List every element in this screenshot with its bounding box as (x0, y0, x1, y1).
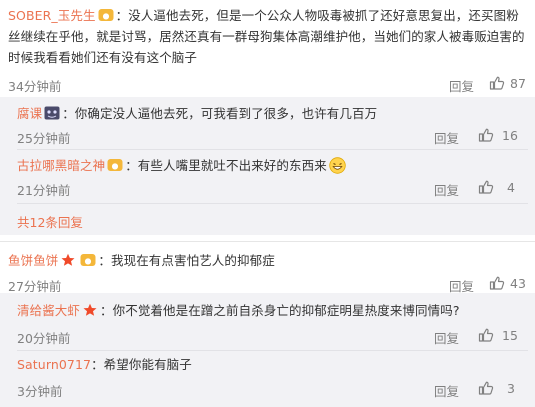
comment-text: ：我现在有点害怕艺人的抑郁症 (98, 253, 275, 268)
star-badge-icon (60, 252, 76, 266)
reply-username[interactable]: 腐课 (17, 106, 42, 121)
vip-badge-icon: ● (80, 252, 96, 266)
reply-button[interactable]: 回复 (434, 328, 459, 347)
reply-body: 腐课 ：你确定没人逼他去死，可我看到了很多，也许有几百万 (17, 103, 522, 124)
reply-timestamp: 20分钟前 (17, 331, 71, 346)
comment-timestamp: 34分钟前 (8, 79, 62, 94)
comment-item: SOBER_玉先生 ● ：没人逼他去死，但是一个公众人物吸毒被抓了还好意思复出，还买… (0, 0, 535, 100)
thumbs-up-icon[interactable] (489, 75, 505, 91)
grin-emoji-icon (329, 157, 346, 174)
reply-button[interactable]: 回复 (434, 128, 459, 147)
like-count: 87 (510, 76, 526, 91)
reply-thread: 清给酱大虾 ：你不觉着他是在蹭之前自杀身亡的抑郁症明星热度来博同情吗? 20分钟前… (0, 293, 535, 407)
like-count: 15 (502, 328, 518, 343)
comment-username[interactable]: SOBER_玉先生 (8, 8, 96, 23)
comment-body: SOBER_玉先生 ● ：没人逼他去死，但是一个公众人物吸毒被抓了还好意思复出，还买… (8, 5, 526, 68)
vip-badge-icon: ● (107, 157, 123, 171)
reply-button[interactable]: 回复 (449, 76, 474, 95)
reply-text: ：你不觉着他是在蹭之前自杀身亡的抑郁症明星热度来博同情吗? (100, 303, 460, 318)
thumbs-up-icon[interactable] (478, 327, 494, 343)
reply-body: 古拉哪黑暗之神 ● ：有些人嘴里就吐不出来好的东西来 (17, 155, 522, 176)
reply-body: Saturn0717：希望你能有脑子 (17, 354, 522, 375)
reply-divider (17, 350, 528, 351)
comment-body: 鱼饼鱼饼 ● ：我现在有点害怕艺人的抑郁症 (8, 250, 526, 271)
svg-text:●: ● (102, 12, 109, 21)
reply-body: 清给酱大虾 ：你不觉着他是在蹭之前自杀身亡的抑郁症明星热度来博同情吗? (17, 300, 522, 321)
reply-username[interactable]: 古拉哪黑暗之神 (17, 158, 105, 173)
reply-username[interactable]: Saturn0717 (17, 357, 91, 372)
like-count: 4 (507, 180, 515, 195)
reply-timestamp: 21分钟前 (17, 183, 71, 198)
like-count: 43 (510, 276, 526, 291)
like-count: 16 (502, 128, 518, 143)
reply-button[interactable]: 回复 (434, 381, 459, 400)
comment-username[interactable]: 鱼饼鱼饼 (8, 253, 58, 268)
thumbs-up-icon[interactable] (489, 275, 505, 291)
reply-thread: 腐课 ：你确定没人逼他去死，可我看到了很多，也许有几百万 25分钟前 回复 16 … (0, 97, 535, 235)
reply-text: ：希望你能有脑子 (91, 357, 192, 372)
reply-divider (17, 203, 528, 204)
reply-button[interactable]: 回复 (434, 180, 459, 199)
reply-username[interactable]: 清给酱大虾 (17, 303, 80, 318)
comment-item: 鱼饼鱼饼 ● ：我现在有点害怕艺人的抑郁症 27分钟前 回复 43 (0, 241, 535, 296)
thumbs-up-icon[interactable] (478, 179, 494, 195)
vip-badge-icon: ● (98, 7, 114, 21)
sticker-icon (44, 105, 60, 120)
like-count: 3 (507, 381, 515, 396)
reply-text: ：有些人嘴里就吐不出来好的东西来 (125, 158, 327, 173)
reply-divider (17, 149, 528, 150)
star-badge-icon (82, 302, 98, 316)
thumbs-up-icon[interactable] (478, 127, 494, 143)
thumbs-up-icon[interactable] (478, 380, 494, 396)
reply-timestamp: 3分钟前 (17, 384, 63, 399)
svg-text:●: ● (85, 257, 92, 266)
svg-text:●: ● (112, 162, 119, 171)
reply-timestamp: 25分钟前 (17, 131, 71, 146)
reply-text: ：你确定没人逼他去死，可我看到了很多，也许有几百万 (62, 106, 378, 121)
more-replies-link[interactable]: 共12条回复 (17, 212, 83, 231)
